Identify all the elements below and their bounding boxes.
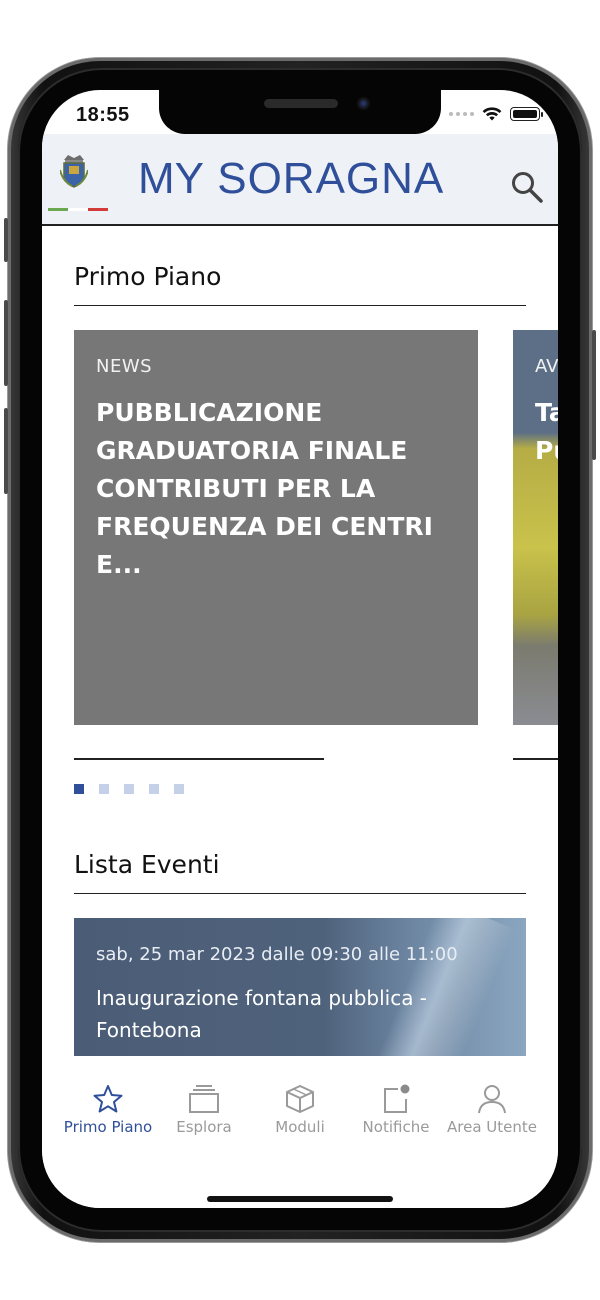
tab-label: Moduli: [275, 1118, 325, 1136]
home-indicator[interactable]: [207, 1196, 393, 1202]
tab-primo-piano[interactable]: Primo Piano: [58, 1084, 158, 1136]
pager-dot[interactable]: [99, 784, 109, 794]
news-card-category: NEWS: [96, 356, 153, 377]
status-icons: [449, 106, 543, 122]
tab-bar: Primo Piano Esplora Moduli Notifiche Are…: [42, 1058, 558, 1208]
italian-flag-stripe: [48, 208, 108, 211]
card-underline: [74, 758, 324, 760]
section-title-primo-piano: Primo Piano: [74, 262, 222, 291]
brand-name: SORAGNA: [217, 154, 445, 203]
event-card[interactable]: sab, 25 mar 2023 dalle 09:30 alle 11:00 …: [74, 918, 526, 1056]
stack-icon: [189, 1085, 219, 1113]
battery-icon: [510, 107, 543, 121]
card-underline-next: [513, 758, 558, 760]
news-card[interactable]: NEWS PUBBLICAZIONE GRADUATORIA FINALE CO…: [74, 330, 478, 725]
side-button-power: [592, 330, 596, 460]
signal-icon: [449, 112, 474, 116]
front-camera: [357, 97, 370, 110]
section-divider: [74, 893, 526, 894]
wifi-icon: [482, 107, 502, 121]
user-icon: [478, 1085, 506, 1114]
brand-my: MY: [138, 154, 204, 203]
section-divider: [74, 305, 526, 306]
event-title: Inaugurazione fontana pubblica - Fontebo…: [96, 986, 428, 1042]
carousel-pager: [74, 784, 184, 794]
tab-label: Area Utente: [447, 1118, 537, 1136]
tab-esplora[interactable]: Esplora: [154, 1084, 254, 1136]
pager-dot[interactable]: [124, 784, 134, 794]
pager-dot[interactable]: [74, 784, 84, 794]
pager-dot[interactable]: [174, 784, 184, 794]
app-header: MY SORAGNA: [42, 134, 558, 226]
search-icon[interactable]: [510, 170, 544, 204]
app-brand-logo: MY SORAGNA: [138, 154, 444, 204]
news-card-next-title: Ta Pu: [535, 398, 558, 465]
status-time: 18:55: [76, 104, 130, 126]
tab-label: Primo Piano: [63, 1118, 153, 1136]
pager-dot[interactable]: [149, 784, 159, 794]
municipal-crest-icon[interactable]: [60, 152, 88, 188]
side-button-mute: [4, 218, 8, 262]
notification-icon: [384, 1084, 410, 1113]
tab-moduli[interactable]: Moduli: [250, 1084, 350, 1136]
star-icon: [93, 1085, 123, 1113]
news-card-next-category: AV: [535, 356, 558, 377]
event-date: sab, 25 mar 2023 dalle 09:30 alle 11:00: [96, 944, 458, 965]
tab-label: Notifiche: [362, 1118, 430, 1136]
phone-screen: 18:55 MY SORAGNA Primo Piano NEWS PUBBLI…: [42, 90, 558, 1208]
tab-label: Esplora: [176, 1118, 232, 1136]
tab-notifiche[interactable]: Notifiche: [346, 1084, 446, 1136]
news-card-title: PUBBLICAZIONE GRADUATORIA FINALE CONTRIB…: [96, 398, 433, 579]
tab-area-utente[interactable]: Area Utente: [442, 1084, 542, 1136]
news-card-next[interactable]: AV Ta Pu: [513, 330, 558, 725]
notch: [159, 90, 441, 134]
cube-icon: [286, 1085, 314, 1113]
side-button-volume-up: [4, 300, 8, 386]
speaker-grille: [264, 99, 338, 108]
section-title-lista-eventi: Lista Eventi: [74, 850, 220, 879]
side-button-volume-down: [4, 408, 8, 494]
